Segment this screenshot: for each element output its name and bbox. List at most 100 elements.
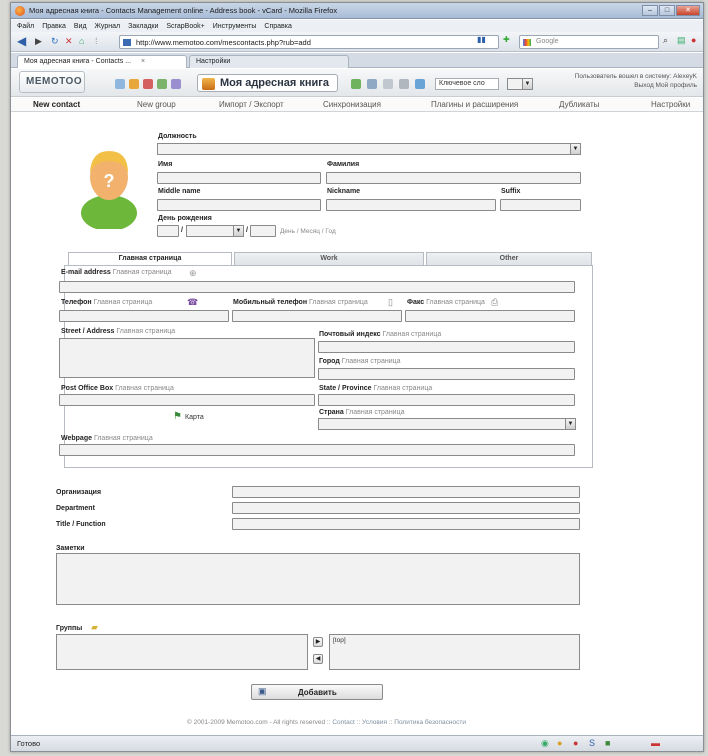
email-field[interactable] (59, 281, 575, 293)
photos-icon[interactable] (171, 79, 181, 89)
phone-field[interactable] (59, 310, 229, 322)
add-email-icon[interactable]: ⊕ (189, 268, 197, 279)
postal-code-field[interactable] (318, 341, 575, 353)
forward-icon[interactable]: ▶ (35, 36, 42, 47)
browser-tab-addressbook[interactable]: Моя адресная книга - Contacts ... × (17, 55, 187, 68)
street-textarea[interactable] (59, 338, 315, 378)
home-icon[interactable]: ⌂ (79, 36, 84, 46)
nav-sync[interactable]: Синхронизация (323, 100, 381, 109)
fax-field[interactable] (405, 310, 575, 322)
nav-import-export[interactable]: Импорт / Экспорт (219, 100, 284, 109)
status-icon[interactable]: ● (557, 738, 562, 748)
webpage-field[interactable] (59, 444, 575, 456)
add-contact-button[interactable]: ▣ Добавить (251, 684, 383, 700)
tab-home[interactable]: Главная страница (68, 252, 232, 265)
position-select[interactable]: ▼ (157, 143, 581, 155)
map-icon[interactable]: ⚑ (173, 411, 182, 422)
fax-icon[interactable]: ⎙ (491, 297, 498, 308)
maximize-button[interactable]: □ (659, 5, 675, 16)
mobile-field[interactable] (232, 310, 402, 322)
search-bar[interactable]: Google (519, 35, 659, 49)
nav-settings[interactable]: Настройки (651, 100, 690, 109)
search-tool-icon[interactable] (415, 79, 425, 89)
title-function-field[interactable] (232, 518, 580, 530)
status-icon[interactable]: ▬ (651, 738, 660, 748)
map-link[interactable]: Карта (185, 414, 204, 421)
add-group-button[interactable]: ▶ (313, 637, 323, 647)
middle-name-field[interactable] (157, 199, 321, 211)
country-select[interactable]: ▼ (318, 418, 576, 430)
stop-icon[interactable]: ✕ (65, 36, 73, 47)
bookmarks-icon[interactable] (157, 79, 167, 89)
view-select[interactable]: ▼ (507, 78, 533, 90)
mobile-icon[interactable]: ▯ (388, 297, 393, 308)
status-icon[interactable]: ◉ (541, 738, 549, 749)
user-links[interactable]: Выход Мой профиль (575, 81, 697, 90)
po-box-field[interactable] (59, 394, 315, 406)
tab-other[interactable]: Other (426, 252, 592, 265)
phone-icon[interactable]: ☎ (187, 297, 198, 308)
tab-work[interactable]: Work (234, 252, 424, 265)
menu-history[interactable]: Журнал (95, 23, 121, 30)
groups-selected-list[interactable]: [top] (329, 634, 580, 670)
menu-edit[interactable]: Правка (42, 23, 66, 30)
page-icon[interactable]: ▤ (677, 35, 686, 46)
notes-icon[interactable] (143, 79, 153, 89)
menu-file[interactable]: Файл (17, 23, 34, 30)
tasks-icon[interactable] (129, 79, 139, 89)
docs-icon[interactable] (351, 79, 361, 89)
nav-plugins[interactable]: Плагины и расширения (431, 100, 518, 109)
menu-bookmarks[interactable]: Закладки (128, 23, 158, 30)
mail-icon[interactable] (383, 79, 393, 89)
menu-scrapbook[interactable]: ScrapBook+ (166, 23, 204, 30)
files-icon[interactable] (367, 79, 377, 89)
reload-icon[interactable]: ↻ (51, 36, 59, 47)
footer-privacy-link[interactable]: Политика безопасности (394, 719, 466, 726)
tab-close-icon[interactable]: × (141, 58, 145, 65)
groups-available-list[interactable] (56, 634, 308, 670)
footer-contact-link[interactable]: Contact (332, 719, 354, 726)
department-field[interactable] (232, 502, 580, 514)
group-top-item[interactable]: [top] (333, 637, 346, 644)
status-icon[interactable]: S (589, 738, 595, 748)
avatar[interactable]: ? (73, 139, 145, 229)
calendar-icon[interactable] (115, 79, 125, 89)
phone-hint: Главная страница (93, 299, 153, 306)
suffix-field[interactable] (500, 199, 581, 211)
url-bar[interactable]: http://www.memotoo.com/mescontacts.php?r… (119, 35, 499, 49)
memotoo-logo[interactable]: MEMOTOO (19, 71, 85, 93)
keyword-search-input[interactable]: Ключевое сло (435, 78, 499, 90)
nav-duplicates[interactable]: Дубликаты (559, 100, 599, 109)
menu-help[interactable]: Справка (264, 23, 291, 30)
close-window-button[interactable]: ✕ (676, 5, 700, 16)
minimize-button[interactable]: – (642, 5, 658, 16)
city-field[interactable] (318, 368, 575, 380)
remove-group-button[interactable]: ◀ (313, 654, 323, 664)
status-icon[interactable]: ● (573, 738, 578, 748)
menu-view[interactable]: Вид (74, 23, 87, 30)
birthday-hint: День / Месяц / Год (280, 228, 336, 235)
nav-new-group[interactable]: New group (137, 100, 176, 109)
search-icon[interactable]: ⌕ (663, 35, 668, 46)
nav-new-contact[interactable]: New contact (33, 100, 80, 109)
state-field[interactable] (318, 394, 575, 406)
footer-terms-link[interactable]: Условия (362, 719, 387, 726)
birthday-month-select[interactable]: ▼ (186, 225, 244, 237)
status-icon[interactable]: ■ (605, 738, 610, 748)
birthday-year-field[interactable] (250, 225, 276, 237)
back-icon[interactable]: ◀ (17, 34, 26, 48)
fax-label-text: Факс (407, 299, 425, 306)
folder-icon[interactable]: ▰ (91, 622, 98, 633)
mobile-hint: Главная страница (309, 299, 368, 306)
favorites-icon[interactable] (399, 79, 409, 89)
organization-field[interactable] (232, 486, 580, 498)
notes-textarea[interactable] (56, 553, 580, 605)
nickname-field[interactable] (326, 199, 496, 211)
menu-tools[interactable]: Инструменты (213, 23, 257, 30)
addon-icon[interactable]: ✚ (503, 35, 510, 44)
last-name-field[interactable] (326, 172, 581, 184)
adblock-icon[interactable]: ● (691, 35, 696, 45)
browser-tab-settings[interactable]: Настройки (189, 55, 349, 68)
first-name-field[interactable] (157, 172, 321, 184)
birthday-day-field[interactable] (157, 225, 179, 237)
